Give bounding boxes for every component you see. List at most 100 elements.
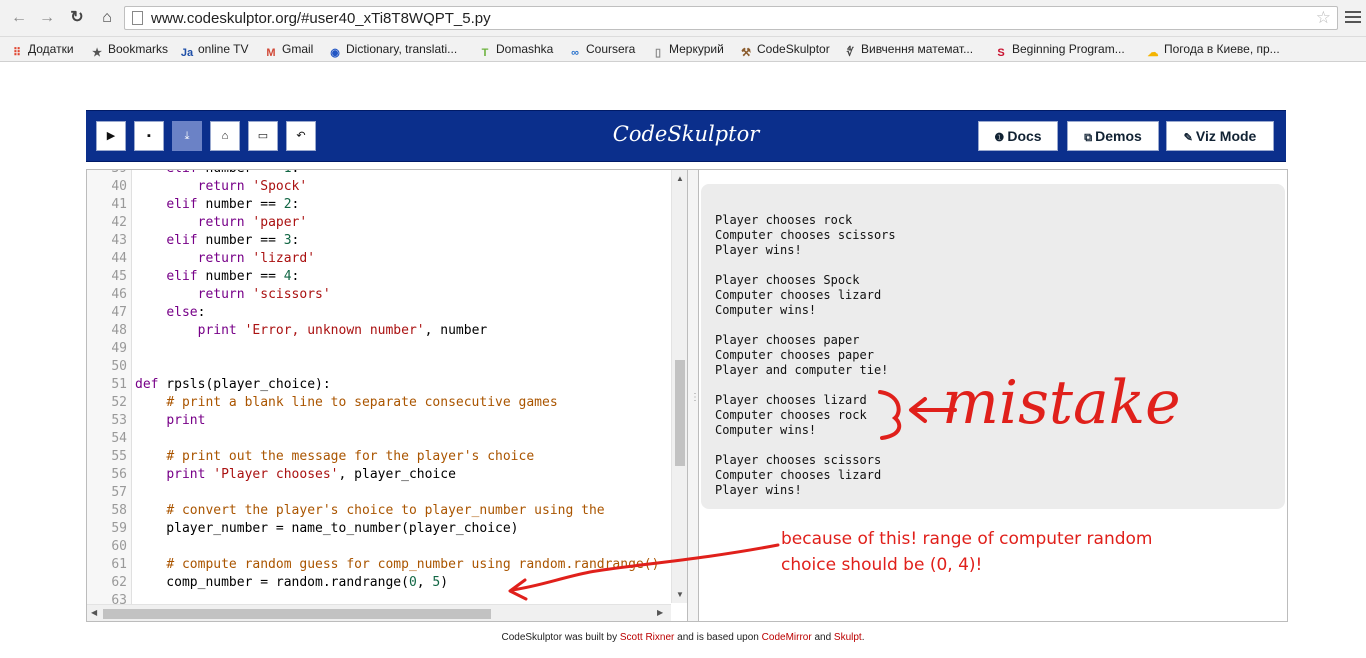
code-line[interactable]: 42 return 'paper': [87, 214, 667, 232]
reset-button[interactable]: ↶: [286, 121, 316, 151]
line-number: 51: [111, 377, 127, 392]
bookmark-item[interactable]: ◉ Dictionary, translati...: [328, 40, 458, 59]
bookmark-item[interactable]: ☁ Погода в Киеве, пр...: [1146, 40, 1280, 59]
viz-mode-button[interactable]: ✎ Viz Mode: [1166, 121, 1274, 151]
line-number: 42: [111, 215, 127, 230]
forward-arrow-icon[interactable]: →: [36, 7, 58, 29]
bookmark-item[interactable]: S Beginning Program...: [994, 40, 1124, 59]
scroll-up-icon[interactable]: ▲: [676, 174, 684, 183]
explanation-annotation: because of this! range of computer rando…: [781, 526, 1153, 578]
bookmark-item[interactable]: ★ Bookmarks: [90, 40, 168, 59]
back-arrow-icon[interactable]: ←: [8, 7, 30, 29]
code-line[interactable]: 45 elif number == 4:: [87, 268, 667, 286]
footer-mid: and is based upon: [674, 632, 762, 643]
line-code[interactable]: return 'Spock': [135, 178, 308, 196]
bookmark-item[interactable]: ∞ Coursera: [568, 40, 635, 59]
line-number: 49: [111, 341, 127, 356]
code-line[interactable]: 52 # print a blank line to separate cons…: [87, 394, 667, 412]
line-code[interactable]: # compute random guess for comp_number u…: [135, 556, 659, 574]
fresh-url-button[interactable]: ⌂: [210, 121, 240, 151]
code-editor[interactable]: 39 elif number == 1:40 return 'Spock'41 …: [86, 169, 688, 622]
code-line[interactable]: 44 return 'lizard': [87, 250, 667, 268]
code-line[interactable]: 50: [87, 358, 667, 376]
code-line[interactable]: 51 def rpsls(player_choice):: [87, 376, 667, 394]
open-button[interactable]: ▭: [248, 121, 278, 151]
code-line[interactable]: 47 else:: [87, 304, 667, 322]
address-bar[interactable]: www.codeskulptor.org/#user40_xTi8T8WQPT_…: [124, 6, 1338, 30]
horizontal-scroll-thumb[interactable]: [103, 609, 491, 619]
line-code[interactable]: print 'Player chooses', player_choice: [135, 466, 456, 484]
scroll-down-icon[interactable]: ▼: [676, 590, 684, 599]
code-line[interactable]: 55 # print out the message for the playe…: [87, 448, 667, 466]
docs-button[interactable]: ❶ Docs: [978, 121, 1058, 151]
code-line[interactable]: 58 # convert the player's choice to play…: [87, 502, 667, 520]
line-code[interactable]: return 'lizard': [135, 250, 315, 268]
code-line[interactable]: 54: [87, 430, 667, 448]
bookmark-item[interactable]: ∜ Вивчення математ...: [843, 40, 973, 59]
line-code[interactable]: elif number == 4:: [135, 268, 299, 286]
footer-and: and: [811, 632, 834, 643]
viz-mode-button-label: Viz Mode: [1195, 128, 1257, 144]
line-code[interactable]: return 'paper': [135, 214, 308, 232]
folder-icon: ▭: [257, 130, 269, 142]
code-line[interactable]: 59 player_number = name_to_number(player…: [87, 520, 667, 538]
code-line[interactable]: 56 print 'Player chooses', player_choice: [87, 466, 667, 484]
vertical-scroll-thumb[interactable]: [675, 360, 685, 466]
line-code[interactable]: else:: [135, 304, 205, 322]
code-line[interactable]: 43 elif number == 3:: [87, 232, 667, 250]
line-number: 46: [111, 287, 127, 302]
code-line[interactable]: 62 comp_number = random.randrange(0, 5): [87, 574, 667, 592]
line-code[interactable]: player_number = name_to_number(player_ch…: [135, 520, 518, 538]
line-code[interactable]: # print a blank line to separate consecu…: [135, 394, 557, 412]
bookmark-item[interactable]: ▯ Меркурий: [651, 40, 724, 59]
demos-button[interactable]: ⧉ Demos: [1067, 121, 1159, 151]
code-line[interactable]: 53 print: [87, 412, 667, 430]
home-icon[interactable]: ⌂: [96, 7, 118, 29]
line-number: 44: [111, 251, 127, 266]
code-line[interactable]: 46 return 'scissors': [87, 286, 667, 304]
line-number: 62: [111, 575, 127, 590]
code-lines[interactable]: 39 elif number == 1:40 return 'Spock'41 …: [87, 170, 667, 610]
bookmark-label: Додатки: [28, 42, 74, 56]
code-line[interactable]: 49: [87, 340, 667, 358]
code-line[interactable]: 60: [87, 538, 667, 556]
url-text[interactable]: www.codeskulptor.org/#user40_xTi8T8WQPT_…: [151, 10, 491, 27]
line-code[interactable]: comp_number = random.randrange(0, 5): [135, 574, 448, 592]
code-line[interactable]: 57: [87, 484, 667, 502]
line-code[interactable]: # convert the player's choice to player_…: [135, 502, 604, 520]
scroll-left-icon[interactable]: ◀: [91, 608, 97, 617]
undo-icon: ↶: [296, 130, 306, 142]
line-code[interactable]: elif number == 3:: [135, 232, 299, 250]
code-line[interactable]: 39 elif number == 1:: [87, 170, 667, 178]
line-code[interactable]: def rpsls(player_choice):: [135, 376, 331, 394]
bookmark-item[interactable]: M Gmail: [264, 40, 313, 59]
run-button[interactable]: ▶: [96, 121, 126, 151]
author-link[interactable]: Scott Rixner: [620, 632, 674, 643]
reload-icon[interactable]: ↻: [66, 7, 88, 29]
code-line[interactable]: 61 # compute random guess for comp_numbe…: [87, 556, 667, 574]
scroll-right-icon[interactable]: ▶: [657, 608, 663, 617]
pane-splitter[interactable]: ⋮: [688, 169, 700, 622]
code-line[interactable]: 48 print 'Error, unknown number', number: [87, 322, 667, 340]
bookmark-item[interactable]: Ja online TV: [180, 40, 249, 59]
editor-vertical-scrollbar[interactable]: ▲ ▼: [671, 170, 687, 603]
line-code[interactable]: elif number == 2:: [135, 196, 299, 214]
line-code[interactable]: # print out the message for the player's…: [135, 448, 534, 466]
code-line[interactable]: 40 return 'Spock': [87, 178, 667, 196]
bookmark-label: Dictionary, translati...: [346, 42, 458, 56]
line-code[interactable]: return 'scissors': [135, 286, 331, 304]
line-code[interactable]: print: [135, 412, 205, 430]
bookmark-star-icon[interactable]: ☆: [1316, 8, 1331, 28]
code-line[interactable]: 41 elif number == 2:: [87, 196, 667, 214]
line-code[interactable]: elif number == 1:: [135, 170, 299, 178]
bookmark-item[interactable]: ⚒ CodeSkulptor: [739, 40, 830, 59]
bookmark-item[interactable]: ⠿ Додатки: [10, 40, 74, 59]
bookmark-item[interactable]: T Domashka: [478, 40, 554, 59]
chrome-menu-icon[interactable]: [1345, 8, 1361, 28]
skulpt-link[interactable]: Skulpt: [834, 632, 862, 643]
editor-horizontal-scrollbar[interactable]: ◀ ▶: [87, 604, 671, 621]
download-button[interactable]: ⤓: [172, 121, 202, 151]
save-button[interactable]: ▪: [134, 121, 164, 151]
codemirror-link[interactable]: CodeMirror: [762, 632, 812, 643]
line-code[interactable]: print 'Error, unknown number', number: [135, 322, 488, 340]
